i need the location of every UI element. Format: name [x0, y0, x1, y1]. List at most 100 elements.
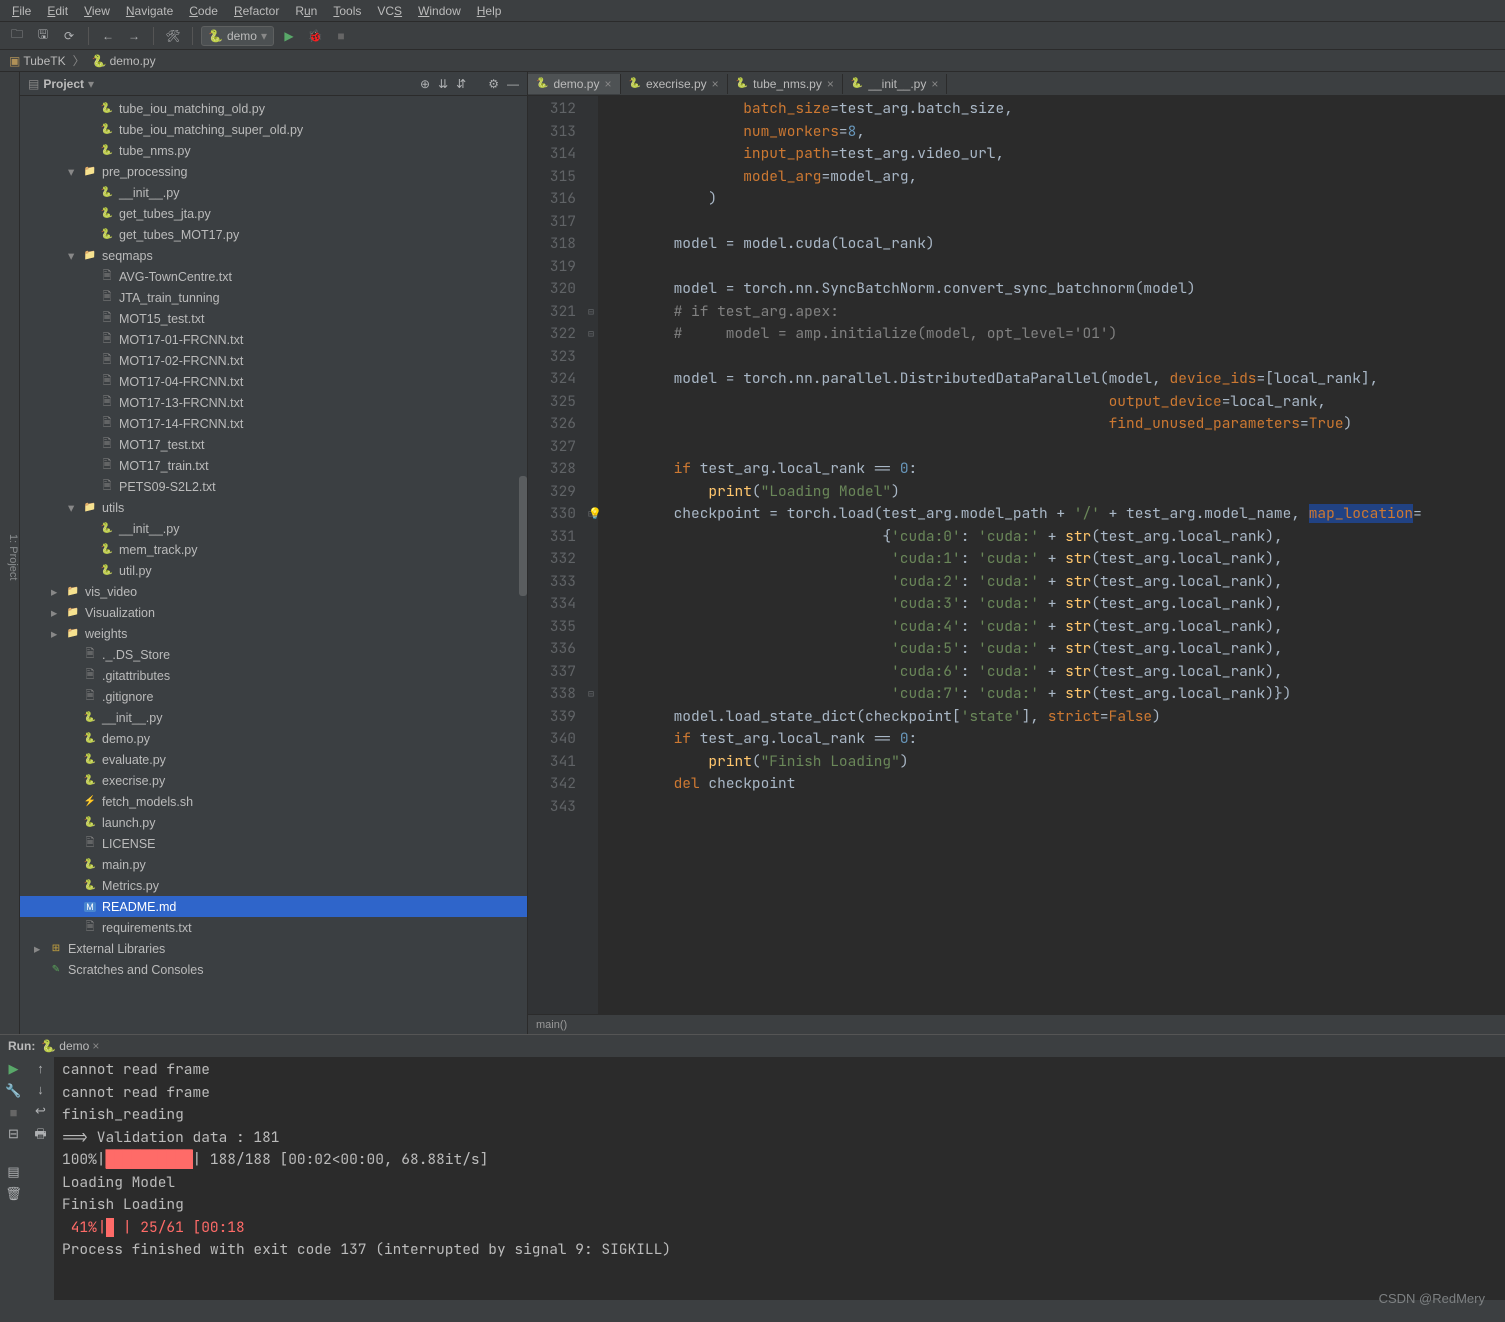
wrench-icon[interactable]: 🔧 [5, 1083, 21, 1099]
tree-row[interactable]: MOT17_train.txt [20, 455, 527, 476]
tree-row[interactable]: utils [20, 497, 527, 518]
wrap-icon[interactable]: ↩ [35, 1103, 46, 1119]
tree-row[interactable]: demo.py [20, 728, 527, 749]
tree-row[interactable]: Metrics.py [20, 875, 527, 896]
run-configuration[interactable]: 🐍 demo ▾ [201, 26, 274, 46]
layout-icon[interactable]: ▤ [7, 1164, 19, 1180]
stop-icon[interactable]: ■ [330, 25, 352, 47]
tree-row[interactable]: Scratches and Consoles [20, 959, 527, 980]
rerun-icon[interactable]: ▶ [9, 1061, 19, 1077]
tree-row[interactable]: .gitignore [20, 686, 527, 707]
stop-icon[interactable]: ■ [10, 1105, 18, 1120]
menu-tools[interactable]: Tools [325, 2, 369, 20]
menu-navigate[interactable]: Navigate [118, 2, 181, 20]
gear-icon[interactable]: ⚙ [488, 77, 499, 91]
forward-icon[interactable]: → [123, 25, 145, 47]
debug-icon[interactable]: 🐞 [304, 25, 326, 47]
tree-row[interactable]: MOT17-13-FRCNN.txt [20, 392, 527, 413]
menu-view[interactable]: View [76, 2, 118, 20]
tree-row[interactable]: tube_iou_matching_old.py [20, 98, 527, 119]
tree-row[interactable]: Visualization [20, 602, 527, 623]
tree-arrow-icon[interactable] [51, 626, 65, 641]
minimize-icon[interactable]: — [507, 77, 519, 91]
menu-refactor[interactable]: Refactor [226, 2, 287, 20]
open-icon[interactable]: 🗀 [6, 25, 28, 47]
tree-row[interactable]: launch.py [20, 812, 527, 833]
fold-column[interactable]: ⊟⊟⊟⊟ [584, 96, 598, 1014]
tree-row[interactable]: MOT17-14-FRCNN.txt [20, 413, 527, 434]
menu-vcs[interactable]: VCS [369, 2, 410, 20]
close-icon[interactable]: × [92, 1039, 99, 1053]
close-icon[interactable]: × [827, 77, 834, 91]
tree-row[interactable]: get_tubes_MOT17.py [20, 224, 527, 245]
left-tool-strip[interactable]: 1: Project [0, 72, 20, 1034]
editor-tab[interactable]: 🐍demo.py× [528, 74, 621, 94]
tree-row[interactable]: MOT17-01-FRCNN.txt [20, 329, 527, 350]
tree-row[interactable]: util.py [20, 560, 527, 581]
close-icon[interactable]: × [931, 77, 938, 91]
stack-icon[interactable]: ⊟ [8, 1126, 19, 1142]
tree-row[interactable]: mem_track.py [20, 539, 527, 560]
tree-row[interactable]: pre_processing [20, 161, 527, 182]
tree-row[interactable]: JTA_train_tunning [20, 287, 527, 308]
tree-row[interactable]: ._.DS_Store [20, 644, 527, 665]
tree-row[interactable]: seqmaps [20, 245, 527, 266]
save-icon[interactable]: 🖫 [32, 25, 54, 47]
editor-tab[interactable]: 🐍__init__.py× [843, 74, 948, 94]
breadcrumb-file[interactable]: 🐍 demo.py [89, 53, 159, 69]
tree-row[interactable]: MOT17-04-FRCNN.txt [20, 371, 527, 392]
code-editor[interactable]: 3123133143153163173183193203213223233243… [528, 96, 1505, 1014]
tree-scrollbar[interactable] [519, 476, 527, 596]
code-content[interactable]: batch_size=test_arg.batch_size, num_work… [598, 96, 1505, 1014]
tree-row[interactable]: main.py [20, 854, 527, 875]
breadcrumb-project[interactable]: ▣ TubeTK [6, 53, 69, 69]
project-tree[interactable]: tube_iou_matching_old.pytube_iou_matchin… [20, 96, 527, 1034]
menu-edit[interactable]: Edit [39, 2, 76, 20]
tree-row[interactable]: AVG-TownCentre.txt [20, 266, 527, 287]
menu-code[interactable]: Code [181, 2, 226, 20]
tree-row[interactable]: PETS09-S2L2.txt [20, 476, 527, 497]
tree-row[interactable]: __init__.py [20, 707, 527, 728]
tree-row[interactable]: README.md [20, 896, 527, 917]
tree-row[interactable]: vis_video [20, 581, 527, 602]
tree-row[interactable]: requirements.txt [20, 917, 527, 938]
tree-arrow-icon[interactable] [51, 584, 65, 599]
tree-arrow-icon[interactable] [68, 248, 82, 263]
tree-row[interactable]: External Libraries [20, 938, 527, 959]
tree-row[interactable]: evaluate.py [20, 749, 527, 770]
tree-row[interactable]: __init__.py [20, 518, 527, 539]
target-icon[interactable]: ⊕ [420, 77, 430, 91]
build-icon[interactable]: 🛠 [162, 25, 184, 47]
tree-row[interactable]: get_tubes_jta.py [20, 203, 527, 224]
tree-arrow-icon[interactable] [34, 941, 48, 956]
down-icon[interactable]: ↓ [37, 1082, 44, 1097]
tree-arrow-icon[interactable] [68, 164, 82, 179]
tree-row[interactable]: fetch_models.sh [20, 791, 527, 812]
tree-arrow-icon[interactable] [51, 605, 65, 620]
up-icon[interactable]: ↑ [37, 1061, 44, 1076]
tree-arrow-icon[interactable] [68, 500, 82, 515]
reload-icon[interactable]: ⟳ [58, 25, 80, 47]
tree-row[interactable]: execrise.py [20, 770, 527, 791]
tree-row[interactable]: .gitattributes [20, 665, 527, 686]
tree-row[interactable]: MOT15_test.txt [20, 308, 527, 329]
menu-help[interactable]: Help [469, 2, 510, 20]
print-icon[interactable]: 🖶 [34, 1125, 46, 1147]
editor-tab[interactable]: 🐍tube_nms.py× [728, 74, 843, 94]
back-icon[interactable]: ← [97, 25, 119, 47]
tree-row[interactable]: MOT17-02-FRCNN.txt [20, 350, 527, 371]
tree-row[interactable]: LICENSE [20, 833, 527, 854]
chevron-down-icon[interactable]: ▾ [88, 77, 94, 91]
tree-row[interactable]: MOT17_test.txt [20, 434, 527, 455]
editor-tab[interactable]: 🐍execrise.py× [621, 74, 728, 94]
close-icon[interactable]: × [604, 77, 611, 91]
editor-breadcrumb[interactable]: main() [528, 1014, 1505, 1034]
run-output[interactable]: cannot read framecannot read framefinish… [54, 1057, 1505, 1300]
tree-row[interactable]: tube_iou_matching_super_old.py [20, 119, 527, 140]
run-icon[interactable]: ▶ [278, 25, 300, 47]
expand-icon[interactable]: ⇵ [456, 77, 466, 91]
collapse-icon[interactable]: ⇊ [438, 77, 448, 91]
menu-window[interactable]: Window [410, 2, 469, 20]
menu-file[interactable]: File [4, 2, 39, 20]
tree-row[interactable]: tube_nms.py [20, 140, 527, 161]
